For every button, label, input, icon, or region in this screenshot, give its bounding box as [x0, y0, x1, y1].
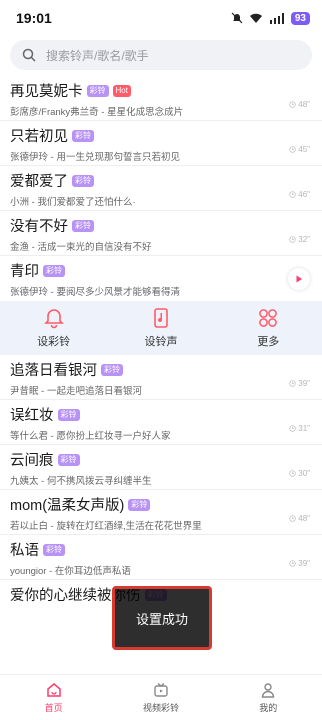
- ring-tag: 彩铃: [57, 408, 80, 421]
- nav-label: 视频彩铃: [142, 702, 179, 713]
- song-item-1[interactable]: 再见莫妮卡 彩铃 Hot 彭席彦/Franky弗兰奇 - 星星化成思念成片 48…: [0, 76, 322, 121]
- song-title: 误红妆: [10, 408, 54, 424]
- song-title: 爱都爱了: [10, 174, 68, 190]
- song-title: 追落日看银河: [10, 363, 97, 379]
- success-toast: 设置成功: [112, 586, 212, 650]
- song-item-9[interactable]: mom(温柔女声版) 彩铃 若以止白 - 旋转在灯红酒绿,生活在花花世界里 48…: [0, 490, 322, 535]
- song-subtitle: 等什么君 - 愿你扮上红妆寻一户好人家: [10, 431, 171, 442]
- more-button[interactable]: 更多: [228, 307, 308, 349]
- action-label: 设铃声: [144, 336, 178, 348]
- play-icon: [296, 275, 302, 283]
- song-duration: 48": [289, 100, 310, 109]
- song-title: 只若初见: [10, 129, 68, 145]
- song-duration: 45": [289, 145, 310, 154]
- home-icon: [46, 682, 61, 697]
- song-item-6[interactable]: 追落日看银河 彩铃 尹昔眠 - 一起走吧追落日看银河 39": [0, 355, 322, 400]
- ring-tag: 彩铃: [72, 129, 94, 142]
- nav-video-ringtone[interactable]: 视频彩铃: [121, 682, 201, 714]
- search-placeholder: 搜索铃声/歌名/歌手: [46, 48, 149, 63]
- clock-icon: [289, 515, 296, 522]
- wifi-icon: [249, 13, 262, 23]
- song-subtitle: 九姨太 - 何不携风拨云寻纠缠半生: [10, 476, 152, 487]
- song-duration: 32": [289, 235, 310, 244]
- song-duration: 31": [289, 424, 310, 433]
- song-subtitle: 小洲 - 我们爱都爱了还怕什么·: [10, 197, 136, 208]
- song-subtitle: youngior - 在你耳边低声私语: [10, 566, 131, 577]
- song-subtitle: 若以止白 - 旋转在灯红酒绿,生活在花花世界里: [10, 521, 202, 532]
- song-subtitle: 金渔 - 活成一束光的自信没有不好: [10, 242, 152, 253]
- grid-icon: [259, 309, 278, 327]
- song-item-10[interactable]: 私语 彩铃 youngior - 在你耳边低声私语 39": [0, 535, 322, 580]
- clock-icon: [289, 191, 296, 198]
- song-title: 青印: [10, 264, 39, 280]
- song-duration: 39": [289, 559, 310, 568]
- clock-icon: [289, 560, 296, 567]
- action-label: 设彩铃: [37, 336, 71, 348]
- ring-tag: 彩铃: [101, 363, 123, 376]
- bell-icon: [43, 309, 64, 329]
- phone-music-icon: [154, 308, 168, 328]
- alarm-off-icon: [231, 12, 243, 24]
- set-ringtone-button[interactable]: 设铃声: [121, 307, 201, 349]
- clock-icon: [289, 146, 296, 153]
- play-button[interactable]: [288, 268, 310, 290]
- ring-tag: 彩铃: [86, 84, 109, 97]
- ring-tag: 彩铃: [57, 453, 80, 466]
- action-bar: 设彩铃 设铃声 更多: [0, 301, 322, 355]
- ring-tag: 彩铃: [43, 543, 65, 556]
- song-subtitle: 彭席彦/Franky弗兰奇 - 星星化成思念成片: [10, 107, 184, 118]
- tv-icon: [154, 682, 168, 697]
- ring-tag: 彩铃: [72, 174, 94, 187]
- nav-home[interactable]: 首页: [14, 682, 94, 714]
- status-icons: 93: [231, 11, 310, 25]
- toast-message: 设置成功: [135, 611, 188, 627]
- song-subtitle: 张德伊玲 - 要阅尽多少风景才能够看得清: [10, 287, 180, 298]
- song-item-5[interactable]: 青印 彩铃 张德伊玲 - 要阅尽多少风景才能够看得清: [0, 256, 322, 301]
- ring-tag: 彩铃: [128, 498, 151, 511]
- clock-icon: [289, 101, 296, 108]
- song-subtitle: 张德伊玲 - 用一生兑现那句誓言只若初见: [10, 152, 180, 163]
- search-icon: [22, 48, 36, 62]
- ring-tag: 彩铃: [72, 219, 94, 232]
- clock-icon: [289, 236, 296, 243]
- song-list-top: 再见莫妮卡 彩铃 Hot 彭席彦/Franky弗兰奇 - 星星化成思念成片 48…: [0, 76, 322, 301]
- song-list-bottom: 追落日看银河 彩铃 尹昔眠 - 一起走吧追落日看银河 39" 误红妆 彩铃 等什…: [0, 355, 322, 625]
- song-subtitle: 尹昔眠 - 一起走吧追落日看银河: [10, 386, 142, 397]
- song-title: 再见莫妮卡: [10, 84, 83, 100]
- song-duration: 46": [289, 190, 310, 199]
- song-title: mom(温柔女声版): [10, 498, 125, 514]
- song-item-8[interactable]: 云间痕 彩铃 九姨太 - 何不携风拨云寻纠缠半生 30": [0, 445, 322, 490]
- song-title: 没有不好: [10, 219, 68, 235]
- clock-icon: [289, 470, 296, 477]
- status-time: 19:01: [16, 10, 52, 26]
- action-label: 更多: [257, 336, 280, 348]
- song-item-4[interactable]: 没有不好 彩铃 金渔 - 活成一束光的自信没有不好 32": [0, 211, 322, 256]
- set-caller-ringtone-button[interactable]: 设彩铃: [14, 307, 94, 349]
- song-duration: 30": [289, 469, 310, 478]
- song-duration: 39": [289, 379, 310, 388]
- clock-icon: [289, 380, 296, 387]
- nav-mine[interactable]: 我的: [228, 682, 308, 714]
- song-title: 私语: [10, 543, 39, 559]
- signal-icon: [269, 12, 284, 24]
- nav-label: 我的: [259, 702, 278, 713]
- user-icon: [262, 682, 275, 698]
- battery-indicator: 93: [290, 11, 310, 25]
- search-input[interactable]: 搜索铃声/歌名/歌手: [10, 40, 312, 70]
- song-title: 云间痕: [10, 453, 54, 469]
- song-duration: 48": [289, 514, 310, 523]
- song-item-7[interactable]: 误红妆 彩铃 等什么君 - 愿你扮上红妆寻一户好人家 31": [0, 400, 322, 445]
- nav-label: 首页: [44, 702, 63, 713]
- status-bar: 19:01 93: [0, 0, 322, 36]
- ring-tag: 彩铃: [43, 264, 65, 277]
- clock-icon: [289, 425, 296, 432]
- song-item-3[interactable]: 爱都爱了 彩铃 小洲 - 我们爱都爱了还怕什么· 46": [0, 166, 322, 211]
- bottom-nav: 首页 视频彩铃 我的: [0, 674, 322, 720]
- hot-tag: Hot: [112, 84, 131, 97]
- song-item-2[interactable]: 只若初见 彩铃 张德伊玲 - 用一生兑现那句誓言只若初见 45": [0, 121, 322, 166]
